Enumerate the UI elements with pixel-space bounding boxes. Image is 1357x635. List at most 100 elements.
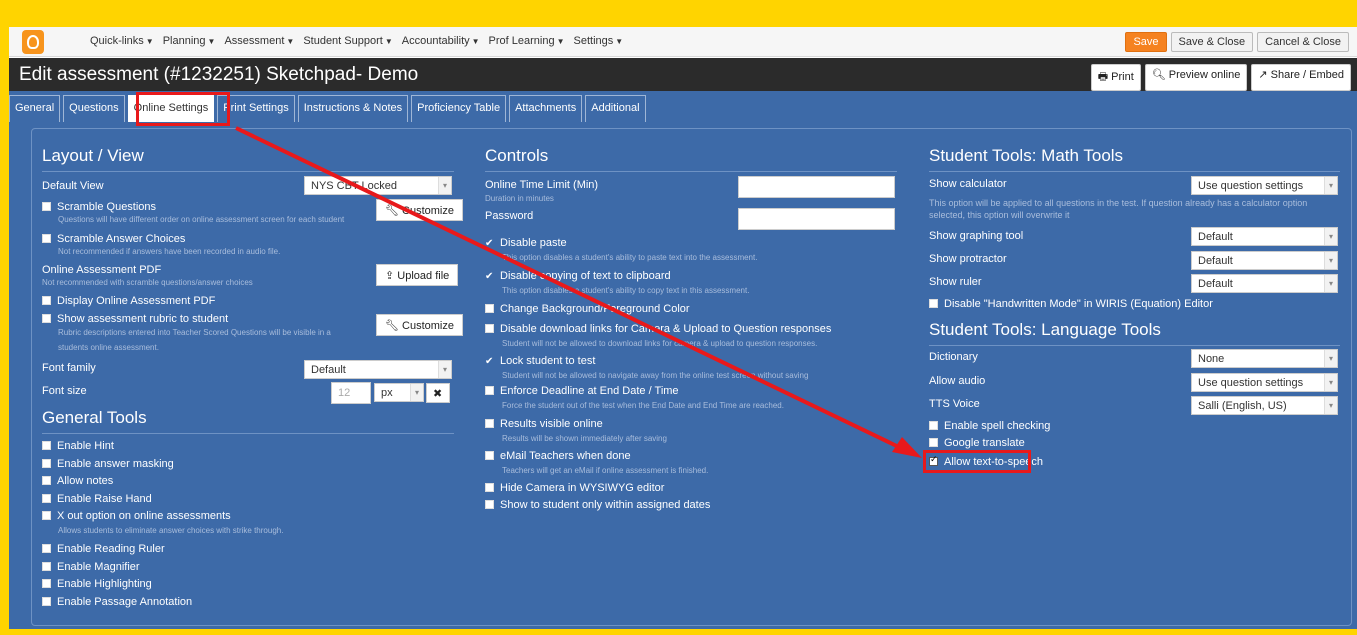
tab-instructions-notes[interactable]: Instructions & Notes [297, 95, 409, 122]
allow-audio-select[interactable]: Use question settings [1191, 373, 1338, 392]
answer-masking-row[interactable]: Enable answer masking [42, 458, 174, 470]
checkbox[interactable] [485, 385, 494, 395]
disable-copy-row[interactable]: ✔ Disable copying of text to clipboard [485, 270, 671, 282]
option-label: Disable download links for Camera & Uplo… [500, 323, 832, 335]
window-frame-top [0, 0, 1357, 27]
checkbox[interactable] [42, 561, 51, 571]
font-family-select[interactable]: Default [304, 360, 452, 379]
checkbox[interactable] [42, 295, 51, 305]
hide-camera-row[interactable]: Hide Camera in WYSIWYG editor [485, 482, 664, 494]
option-hint: This option will be applied to all quest… [929, 198, 1308, 220]
tab-additional[interactable]: Additional [585, 95, 646, 122]
checkbox[interactable] [929, 420, 938, 430]
checkbox[interactable] [42, 510, 51, 520]
save-button[interactable]: Save [1125, 32, 1167, 52]
dictionary-select[interactable]: None [1191, 349, 1338, 368]
show-rubric-row[interactable]: Show assessment rubric to student [42, 313, 228, 325]
checkbox[interactable] [42, 578, 51, 588]
checkbox[interactable] [42, 201, 51, 211]
checkbox[interactable] [42, 440, 51, 450]
display-pdf-row[interactable]: Display Online Assessment PDF [42, 295, 215, 307]
checkbox[interactable] [485, 450, 494, 460]
checkbox[interactable] [485, 303, 494, 313]
checkbox[interactable] [42, 475, 51, 485]
disable-download-row[interactable]: Disable download links for Camera & Uplo… [485, 323, 831, 335]
section-title: General Tools [42, 408, 454, 434]
google-translate-row[interactable]: Google translate [929, 437, 1025, 449]
checkbox[interactable] [485, 418, 494, 428]
xout-option-row[interactable]: X out option on online assessments [42, 510, 231, 522]
preview-online-button[interactable]: 🔍︎ Preview online [1144, 64, 1248, 91]
option-hint: Allows students to eliminate answer choi… [58, 526, 284, 535]
menu-accountability[interactable]: Accountability ▼ [402, 35, 480, 47]
check-icon[interactable]: ✔ [485, 238, 494, 249]
tab-questions[interactable]: Questions [63, 95, 125, 122]
cancel-close-button[interactable]: Cancel & Close [1257, 32, 1349, 52]
upload-file-button[interactable]: ⇪ Upload file [376, 264, 459, 286]
save-close-button[interactable]: Save & Close [1170, 32, 1254, 52]
checkbox[interactable] [42, 596, 51, 606]
magnifier-row[interactable]: Enable Magnifier [42, 561, 140, 573]
share-embed-button[interactable]: ↗ Share / Embed [1251, 64, 1351, 91]
wiris-row[interactable]: Disable "Handwritten Mode" in WIRIS (Equ… [929, 298, 1213, 310]
checkbox[interactable] [929, 437, 938, 447]
ruler-select[interactable]: Default [1191, 274, 1338, 293]
checkbox[interactable] [42, 493, 51, 503]
customize-button[interactable]: 🔧︎ Customize [376, 199, 463, 221]
tab-attachments[interactable]: Attachments [509, 95, 583, 122]
highlighting-row[interactable]: Enable Highlighting [42, 578, 152, 590]
checkbox[interactable] [485, 482, 494, 492]
disable-paste-row[interactable]: ✔ Disable paste [485, 237, 567, 249]
tab-general[interactable]: General [9, 95, 61, 122]
enforce-deadline-row[interactable]: Enforce Deadline at End Date / Time [485, 385, 679, 397]
menu-quick-links[interactable]: Quick-links ▼ [90, 35, 154, 47]
customize-rubric-button[interactable]: 🔧︎ Customize [376, 314, 463, 336]
checkbox[interactable] [485, 499, 494, 509]
password-input[interactable] [738, 208, 895, 230]
reading-ruler-row[interactable]: Enable Reading Ruler [42, 543, 165, 555]
enable-hint-row[interactable]: Enable Hint [42, 440, 114, 452]
menu-planning[interactable]: Planning ▼ [163, 35, 216, 47]
results-visible-row[interactable]: Results visible online [485, 418, 603, 430]
app-logo[interactable] [22, 30, 44, 54]
tab-proficiency-table[interactable]: Proficiency Table [411, 95, 507, 122]
scramble-questions-row[interactable]: Scramble Questions [42, 201, 156, 213]
email-teachers-row[interactable]: eMail Teachers when done [485, 450, 631, 462]
default-view-select[interactable]: NYS CBT Locked [304, 176, 452, 195]
option-hint: Questions will have different order on o… [58, 215, 345, 224]
menu-assessment[interactable]: Assessment ▼ [224, 35, 294, 47]
checkbox[interactable] [42, 543, 51, 553]
scramble-answers-row[interactable]: Scramble Answer Choices [42, 233, 185, 245]
change-bg-row[interactable]: Change Background/Foreground Color [485, 303, 690, 315]
protractor-label: Show protractor [929, 253, 1007, 265]
protractor-select[interactable]: Default [1191, 251, 1338, 270]
checkbox[interactable] [42, 233, 51, 243]
time-limit-input[interactable] [738, 176, 895, 198]
calculator-select[interactable]: Use question settings [1191, 176, 1338, 195]
spell-check-row[interactable]: Enable spell checking [929, 420, 1050, 432]
button-label: Customize [402, 205, 454, 217]
checkbox[interactable] [42, 313, 51, 323]
assigned-dates-row[interactable]: Show to student only within assigned dat… [485, 499, 710, 511]
menu-student-support[interactable]: Student Support ▼ [303, 35, 392, 47]
check-icon[interactable]: ✔ [485, 356, 494, 367]
header-actions: 🖶 Print 🔍︎ Preview online ↗ Share / Embe… [1090, 64, 1351, 91]
upload-icon: ⇪ [385, 270, 398, 282]
allow-notes-row[interactable]: Allow notes [42, 475, 113, 487]
check-icon[interactable]: ✔ [485, 271, 494, 282]
graphing-tool-select[interactable]: Default [1191, 227, 1338, 246]
print-button[interactable]: 🖶 Print [1090, 64, 1141, 91]
checkbox[interactable] [485, 323, 494, 333]
menu-settings[interactable]: Settings ▼ [574, 35, 624, 47]
clear-font-size-button[interactable]: ✖ [426, 383, 450, 403]
lock-student-row[interactable]: ✔ Lock student to test [485, 355, 595, 367]
menu-prof-learning[interactable]: Prof Learning ▼ [489, 35, 565, 47]
checkbox[interactable] [42, 458, 51, 468]
font-size-input[interactable]: 12 [331, 382, 371, 404]
tts-voice-select[interactable]: Salli (English, US) [1191, 396, 1338, 415]
option-label: X out option on online assessments [57, 510, 231, 522]
checkbox[interactable] [929, 298, 938, 308]
passage-annotation-row[interactable]: Enable Passage Annotation [42, 596, 192, 608]
font-unit-select[interactable]: px [374, 383, 424, 402]
raise-hand-row[interactable]: Enable Raise Hand [42, 493, 152, 505]
